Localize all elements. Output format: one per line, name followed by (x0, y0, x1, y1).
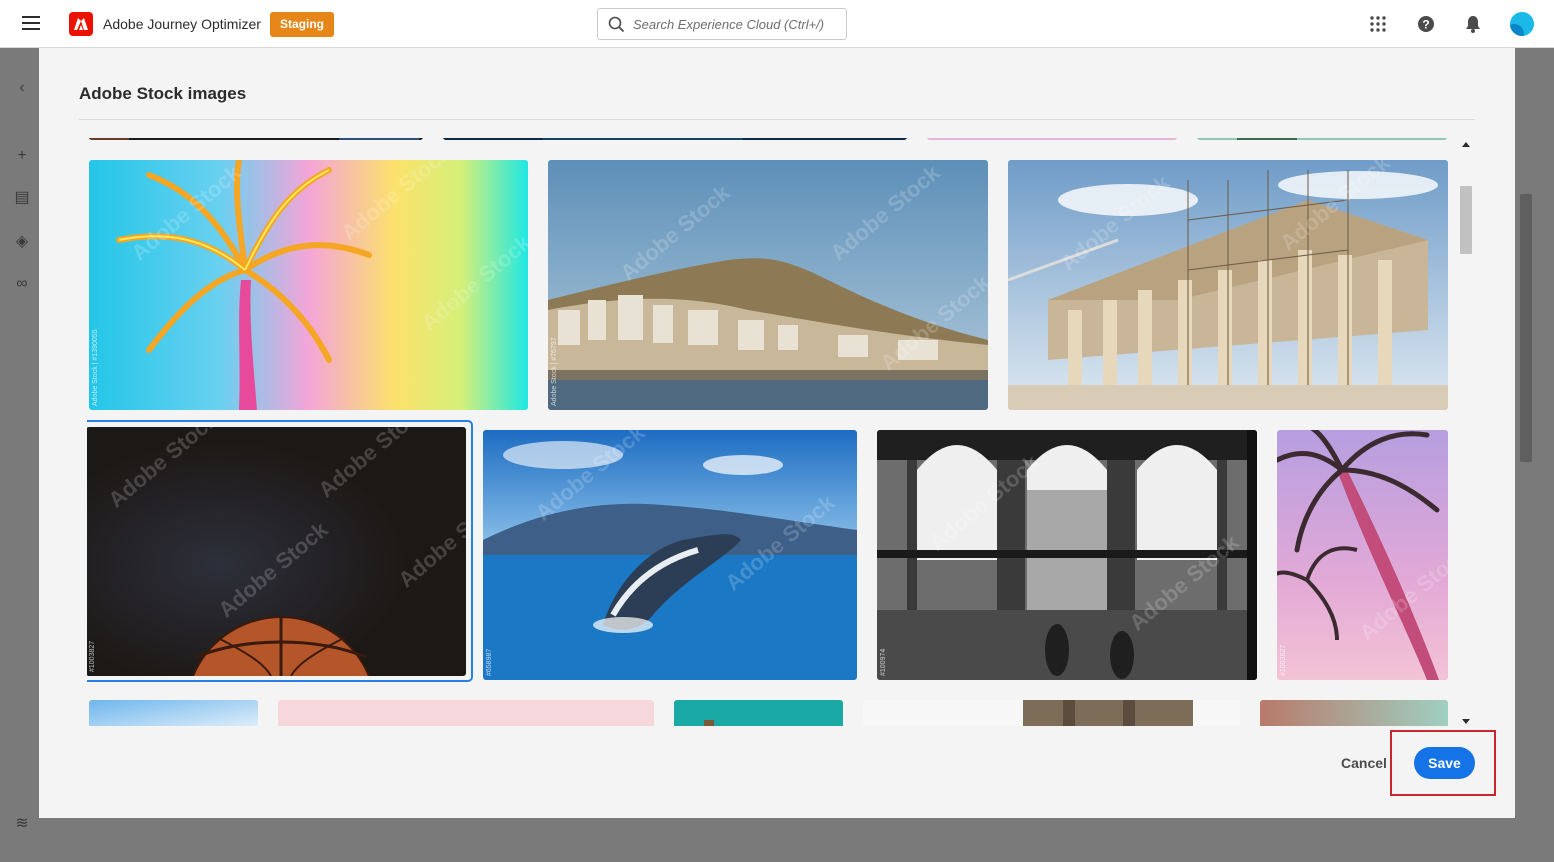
avatar[interactable] (1510, 12, 1534, 36)
image-thumbnail[interactable] (89, 138, 423, 140)
image-thumbnail[interactable] (674, 700, 843, 726)
image-thumbnail[interactable] (1260, 700, 1448, 726)
notifications-icon[interactable] (1463, 14, 1483, 34)
assets-icon[interactable]: ▤ (14, 190, 30, 206)
search-input[interactable] (633, 9, 843, 39)
image-thumbnail[interactable] (863, 700, 1240, 726)
scroll-up-icon[interactable] (1462, 142, 1470, 147)
gallery-scrollbar[interactable] (1458, 138, 1474, 726)
image-thumbnail[interactable] (927, 138, 1177, 140)
svg-text:?: ? (1422, 18, 1429, 32)
apps-grid-icon[interactable] (1368, 14, 1388, 34)
bottom-bar (40, 818, 1515, 862)
help-icon[interactable]: ? (1416, 14, 1436, 34)
image-thumbnail[interactable] (443, 138, 907, 140)
search-icon (608, 16, 625, 33)
cancel-button[interactable]: Cancel (1335, 748, 1393, 778)
search-box[interactable] (597, 8, 847, 40)
image-id: Adobe Stock | #76797 (551, 337, 558, 406)
save-button[interactable]: Save (1414, 747, 1475, 779)
image-gallery: Adobe StockAdobe StockAdobe Stock Adobe … (87, 138, 1449, 726)
layers-stack-icon[interactable]: ≋ (14, 816, 30, 832)
image-thumbnail[interactable] (1197, 138, 1447, 140)
image-thumbnail[interactable] (89, 700, 258, 726)
image-hillside-town[interactable]: Adobe StockAdobe StockAdobe Stock Adobe … (548, 160, 988, 410)
image-basketball-dark[interactable]: Adobe StockAdobe StockAdobe StockAdobe S… (87, 427, 466, 676)
image-parthenon-scaffolding[interactable]: Adobe StockAdobe Stock (1008, 160, 1448, 410)
scroll-down-icon[interactable] (1462, 719, 1470, 724)
adobe-logo (69, 12, 93, 36)
image-id: #1003827 (89, 640, 96, 672)
image-id: #100974 (880, 648, 887, 676)
dialog-title: Adobe Stock images (79, 84, 247, 103)
image-id: #658987 (486, 648, 493, 676)
stock-images-dialog: Adobe Stock images Adobe Stock | #139005… (39, 48, 1515, 818)
top-bar: Adobe Journey Optimizer Staging ? (0, 0, 1554, 48)
divider (79, 119, 1475, 120)
image-palm-trees-pink-sky[interactable]: Adobe Stock #1003827 (1277, 430, 1448, 680)
add-icon[interactable]: + (14, 148, 30, 164)
image-palm-tree-rainbow[interactable]: Adobe StockAdobe StockAdobe Stock Adobe … (89, 160, 528, 410)
env-badge: Staging (270, 12, 334, 37)
image-thumbnail[interactable] (278, 700, 654, 726)
panel-scrollbar[interactable] (1520, 194, 1532, 462)
image-id: #1003827 (1280, 644, 1287, 676)
back-icon[interactable]: ‹ (14, 80, 30, 96)
image-gothic-courtyard-bw[interactable]: Adobe StockAdobe Stock #100974 (877, 430, 1257, 680)
image-id: Adobe Stock | #1390055 (92, 329, 99, 406)
link-icon[interactable]: ∞ (14, 276, 30, 292)
menu-icon[interactable] (22, 16, 40, 30)
left-rail: ‹ + ▤ ◈ ∞ ≋ (0, 48, 40, 862)
scrollbar-thumb[interactable] (1460, 186, 1472, 254)
app-title: Adobe Journey Optimizer (103, 16, 261, 32)
image-whale-breach[interactable]: Adobe StockAdobe Stock #658987 (483, 430, 857, 680)
layers-icon[interactable]: ◈ (14, 234, 30, 250)
right-panel (1515, 48, 1554, 862)
